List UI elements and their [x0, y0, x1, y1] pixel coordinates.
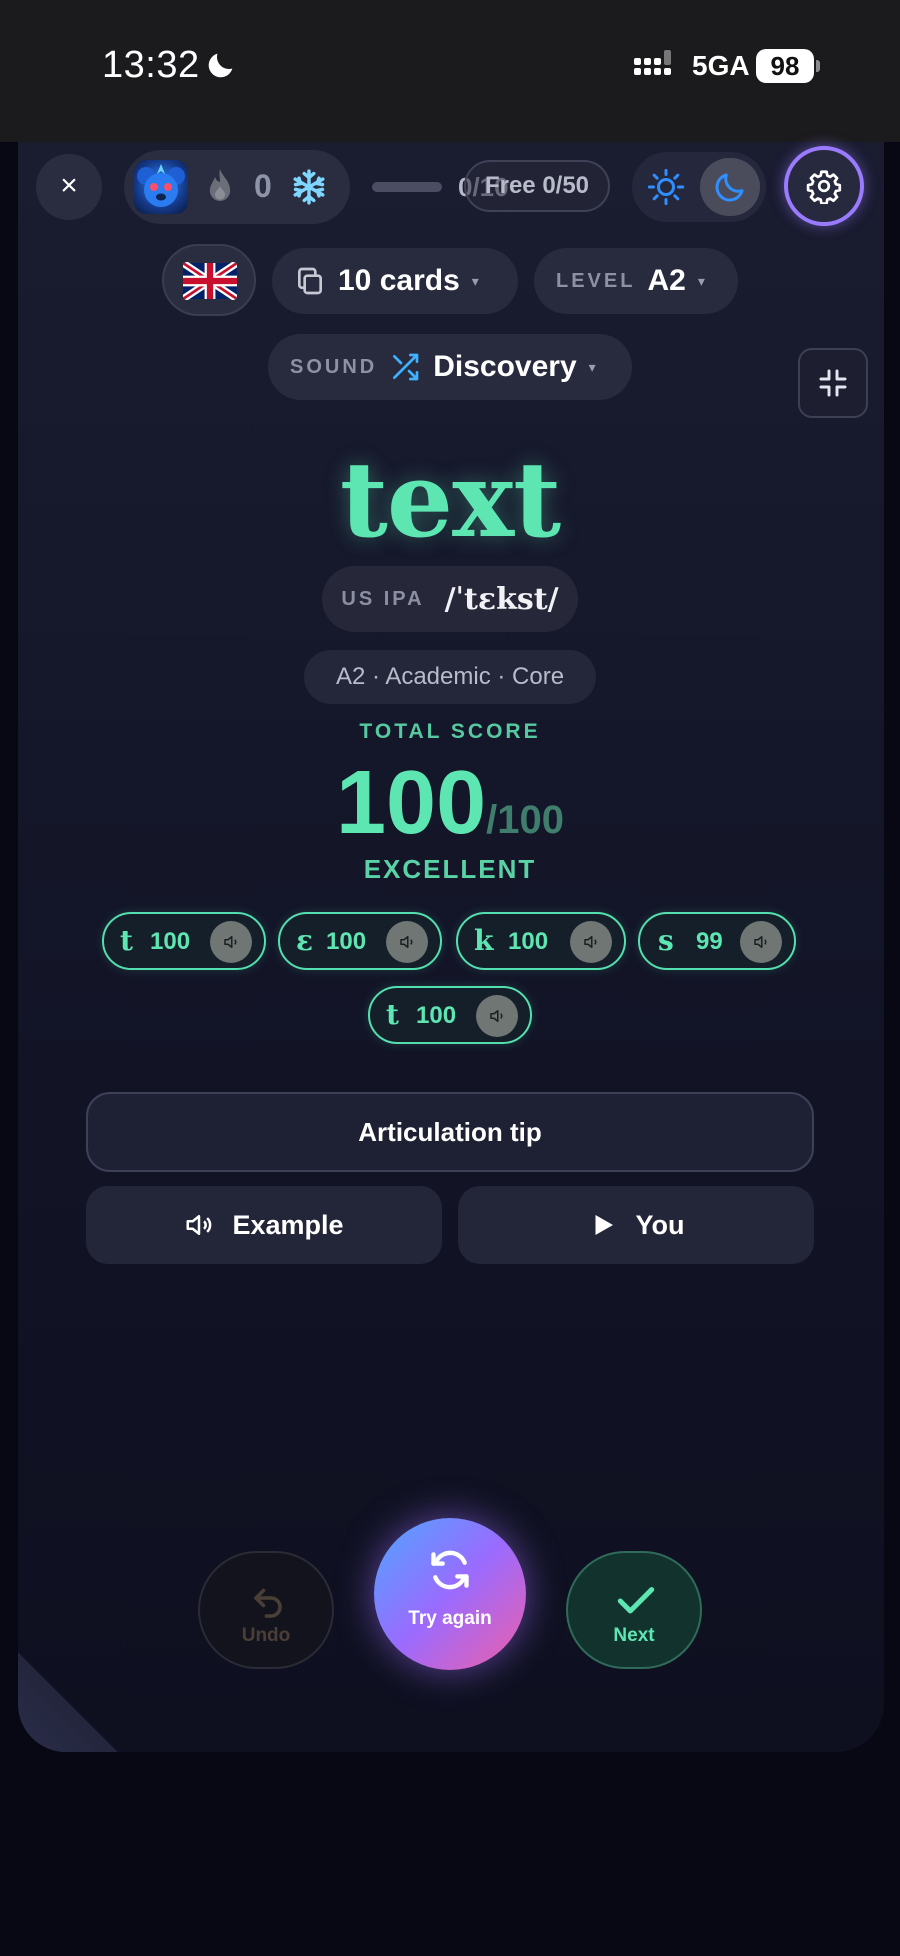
- speaker-icon: [224, 936, 237, 948]
- language-button[interactable]: [162, 244, 256, 316]
- total-score-label: TOTAL SCORE: [359, 720, 541, 743]
- try-again-button[interactable]: Try again: [374, 1518, 526, 1670]
- articulation-tip-button[interactable]: Articulation tip: [86, 1092, 814, 1172]
- uk-flag-icon: [183, 262, 237, 300]
- speaker-icon: [400, 936, 413, 948]
- phoneme-score: 99: [696, 928, 723, 955]
- sun-icon[interactable]: [646, 167, 686, 207]
- gear-icon: [806, 170, 842, 204]
- example-label: Example: [232, 1209, 344, 1240]
- network-label: 5GA: [692, 50, 750, 81]
- example-audio-button[interactable]: Example: [86, 1186, 442, 1264]
- undo-icon: [254, 1588, 282, 1618]
- phoneme-chip[interactable]: s 99: [638, 912, 796, 970]
- phoneme-score: 100: [508, 928, 549, 955]
- ipa-caption: US IPA: [341, 587, 425, 610]
- phoneme-symbol: t: [120, 924, 133, 957]
- moon-icon: [715, 173, 744, 202]
- page-corner-fold[interactable]: [18, 1652, 118, 1752]
- phoneme-play-button[interactable]: [740, 921, 782, 963]
- phoneme-score: 100: [150, 928, 191, 955]
- speaker-icon: [186, 1215, 212, 1235]
- play-recording-button[interactable]: You: [458, 1186, 814, 1264]
- undo-button[interactable]: Undo: [198, 1551, 334, 1669]
- next-button[interactable]: Next: [566, 1551, 702, 1669]
- try-again-label: Try again: [408, 1608, 492, 1629]
- next-label: Next: [613, 1625, 655, 1646]
- phoneme-score: 100: [326, 928, 367, 955]
- word-tags: A2 · Academic · Core: [304, 650, 596, 704]
- theme-dark-option[interactable]: [700, 158, 760, 216]
- score-grade: EXCELLENT: [363, 854, 537, 884]
- ipa-transcription: /ˈtɛkst/: [444, 581, 559, 617]
- settings-button[interactable]: [784, 146, 864, 226]
- level-select[interactable]: LEVEL A2 ▾: [534, 248, 738, 314]
- score-max: /100: [486, 798, 565, 842]
- status-bar: 13:32 5GA 98: [0, 0, 900, 142]
- mascot-icon: [137, 164, 185, 207]
- chevron-down-icon: ▾: [697, 272, 705, 289]
- copy-icon: [298, 267, 322, 295]
- collapse-icon: [819, 369, 847, 397]
- play-icon: [595, 1215, 613, 1235]
- refresh-icon: [431, 1550, 469, 1590]
- speaker-icon: [490, 1010, 503, 1022]
- card-count-value: 10 cards: [338, 264, 460, 297]
- status-time: 13:32: [102, 44, 200, 86]
- phoneme-play-button[interactable]: [210, 921, 252, 963]
- ipa-pill[interactable]: US IPA /ˈtɛkst/: [322, 566, 578, 632]
- phoneme-play-button[interactable]: [570, 921, 612, 963]
- battery-tip: [816, 60, 820, 72]
- level-value: A2: [647, 264, 686, 297]
- phoneme-play-button[interactable]: [386, 921, 428, 963]
- signal-icon: [634, 50, 671, 75]
- card-count-select[interactable]: 10 cards ▾: [272, 248, 518, 314]
- sound-mode-select[interactable]: SOUND Discovery ▾: [268, 334, 632, 400]
- phoneme-chip[interactable]: k 100: [456, 912, 626, 970]
- phoneme-symbol: k: [474, 924, 494, 957]
- undo-label: Undo: [241, 1625, 291, 1646]
- chevron-down-icon: ▾: [588, 358, 596, 375]
- target-word: text: [339, 438, 561, 561]
- moon-icon: [208, 53, 233, 78]
- close-button[interactable]: ×: [36, 154, 102, 220]
- phoneme-score: 100: [416, 1002, 457, 1029]
- collapse-button[interactable]: [798, 348, 868, 418]
- phoneme-chip[interactable]: ɛ 100: [278, 912, 442, 970]
- phoneme-play-button[interactable]: [476, 995, 518, 1037]
- score-value: 100: [335, 753, 487, 853]
- streak-pill[interactable]: 0: [124, 150, 350, 224]
- phoneme-chip[interactable]: t 100: [368, 986, 532, 1044]
- avatar: [134, 160, 188, 214]
- phoneme-chip[interactable]: t 100: [102, 912, 266, 970]
- speaker-icon: [584, 936, 597, 948]
- speaker-icon: [754, 936, 767, 948]
- free-quota-badge[interactable]: Free 0/50: [464, 160, 610, 212]
- streak-count: 0: [254, 168, 272, 204]
- phoneme-symbol: s: [658, 924, 674, 957]
- level-caption: LEVEL: [556, 269, 636, 292]
- session-progress-bar: [372, 182, 442, 192]
- phoneme-symbol: ɛ: [296, 924, 314, 957]
- theme-toggle[interactable]: [632, 152, 766, 222]
- flame-icon: [209, 169, 231, 201]
- phoneme-symbol: t: [386, 998, 399, 1031]
- sound-mode-value: Discovery: [433, 350, 577, 383]
- shuffle-icon: [393, 353, 419, 381]
- total-score: 100/100: [0, 752, 900, 855]
- chevron-down-icon: ▾: [471, 272, 479, 289]
- battery-indicator: 98: [756, 49, 814, 83]
- you-label: You: [635, 1209, 685, 1240]
- check-icon: [617, 1587, 655, 1614]
- sound-caption: SOUND: [290, 355, 378, 378]
- snowflake-icon: [293, 169, 325, 205]
